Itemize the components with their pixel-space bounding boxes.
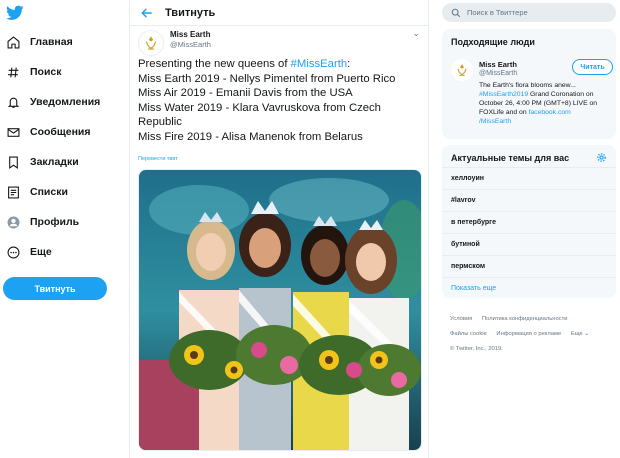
footer-link-ads-info[interactable]: Информация о рекламе [496, 331, 561, 337]
bio-line: FOXLife and on facebook.com [479, 108, 613, 117]
suggestion-bio: The Earth's flora blooms anew... #MissEa… [479, 81, 613, 126]
nav-bookmarks[interactable]: Закладки [6, 150, 79, 174]
avatar[interactable] [451, 59, 473, 81]
trend-item[interactable]: хеллоуин [442, 167, 616, 189]
trend-item[interactable]: пермском [442, 255, 616, 277]
bio-line-text: FOXLife and on [479, 109, 529, 116]
bio-line: October 26, 4:00 PM (GMT+8) LIVE on [479, 100, 598, 107]
bio-link[interactable]: /MissEarth [479, 118, 511, 125]
footer-link-cookies[interactable]: Файлы cookie [450, 331, 487, 337]
bio-line: #MissEarth2019 Grand Coronation on [479, 90, 613, 99]
nav-lists-label: Списки [30, 186, 68, 198]
search-input[interactable] [467, 8, 597, 17]
bio-line: /MissEarth [479, 117, 613, 126]
trend-item[interactable]: #lavrov [442, 189, 616, 211]
miss-earth-logo-icon [457, 64, 467, 76]
page-header: Твитнуть [130, 0, 428, 26]
tweet-line: Miss Water 2019 - Klara Vavruskova from … [138, 101, 381, 114]
tweet-line: Miss Earth 2019 - Nellys Pimentel from P… [138, 72, 396, 85]
trend-item[interactable]: бутиной [442, 233, 616, 255]
profile-icon [6, 215, 20, 229]
back-arrow-icon[interactable] [140, 6, 154, 20]
nav-home[interactable]: Главная [6, 30, 73, 54]
main-column: Твитнуть Miss Earth @MissEarth ⌄ Present… [129, 0, 429, 458]
nav-bookmarks-label: Закладки [30, 156, 79, 168]
tweet-line: Presenting the new queens of #MissEarth: [138, 57, 422, 72]
footer-row: Условия Политика конфиденциальности [450, 316, 575, 322]
nav-messages-label: Сообщения [30, 126, 91, 138]
nav-more[interactable]: Еще [6, 240, 52, 264]
who-to-follow-panel: Подходящие люди Miss Earth @MissEarth Чи… [442, 29, 616, 139]
author-names: Miss Earth @MissEarth [170, 30, 211, 56]
tweet-text: Presenting the new queens of #MissEarth:… [138, 57, 422, 145]
footer-link-terms[interactable]: Условия [450, 316, 472, 322]
handle[interactable]: @MissEarth [170, 40, 211, 49]
more-icon [6, 245, 20, 259]
who-to-follow-title: Подходящие люди [451, 37, 535, 47]
gear-icon[interactable] [596, 152, 607, 163]
avatar[interactable] [138, 30, 164, 56]
nav-profile[interactable]: Профиль [6, 210, 79, 234]
miss-earth-logo-icon [145, 36, 157, 50]
tweet-line-text: Presenting the new queens of [138, 58, 291, 70]
copyright: © Twitter, Inc., 2019. [450, 346, 503, 352]
nav-explore[interactable]: Поиск [6, 60, 62, 84]
nav-notifications[interactable]: Уведомления [6, 90, 100, 114]
twitter-logo-icon[interactable] [6, 5, 24, 21]
suggestion-handle[interactable]: @MissEarth [479, 70, 517, 77]
hashtag-icon [6, 65, 20, 79]
nav-notifications-label: Уведомления [30, 96, 101, 108]
trend-item[interactable]: в петербурге [442, 211, 616, 233]
pageant-winners-image [139, 170, 421, 450]
tweet-button[interactable]: Твитнуть [3, 277, 107, 300]
footer-link-more[interactable]: Еще ⌄ [571, 331, 589, 337]
bell-icon [6, 95, 20, 109]
suggestion-name[interactable]: Miss Earth [479, 60, 517, 69]
nav-profile-label: Профиль [30, 216, 80, 228]
trends-panel: Актуальные темы для вас хеллоуин #lavrov… [442, 145, 616, 298]
nav-messages[interactable]: Сообщения [6, 120, 91, 144]
tweet-line: Miss Air 2019 - Emanii Davis from the US… [138, 87, 353, 100]
chevron-down-icon[interactable]: ⌄ [412, 28, 420, 39]
right-sidebar: Подходящие люди Miss Earth @MissEarth Чи… [438, 0, 620, 458]
tweet-photo[interactable] [138, 169, 422, 451]
search-bar[interactable] [442, 3, 616, 22]
list-icon [6, 185, 20, 199]
nav-home-label: Главная [30, 36, 73, 48]
footer-row: Файлы cookie Информация о рекламе Еще ⌄ [450, 331, 597, 337]
hashtag-link[interactable]: #MissEarth [291, 58, 348, 70]
tweet-author[interactable]: Miss Earth @MissEarth [138, 30, 211, 56]
left-nav: Главная Поиск Уведомления Сообщения Закл… [0, 0, 128, 458]
trends-title: Актуальные темы для вас [451, 153, 570, 163]
search-icon [451, 8, 461, 17]
follow-button[interactable]: Читать [572, 59, 613, 75]
tweet-line: Republic [138, 116, 182, 129]
bookmark-icon [6, 155, 20, 169]
show-more-link[interactable]: Показать еще [442, 277, 616, 299]
nav-more-label: Еще [30, 246, 52, 258]
hashtag-link[interactable]: #MissEarth2019 [479, 91, 528, 98]
nav-lists[interactable]: Списки [6, 180, 68, 204]
bio-line: The Earth's flora blooms anew... [479, 82, 576, 89]
envelope-icon [6, 125, 20, 139]
page-title: Твитнуть [165, 6, 216, 19]
footer-link-privacy[interactable]: Политика конфиденциальности [482, 316, 568, 322]
home-icon [6, 35, 20, 49]
tweet-line: Miss Fire 2019 - Alisa Manenok from Bela… [138, 130, 363, 143]
bio-line-text: Grand Coronation on [528, 91, 594, 98]
display-name[interactable]: Miss Earth [170, 30, 211, 39]
bio-link[interactable]: facebook.com [529, 109, 571, 116]
tweet-line-text: : [347, 58, 351, 70]
translate-tweet-link[interactable]: Перевести твит [138, 156, 178, 162]
nav-explore-label: Поиск [30, 66, 62, 78]
